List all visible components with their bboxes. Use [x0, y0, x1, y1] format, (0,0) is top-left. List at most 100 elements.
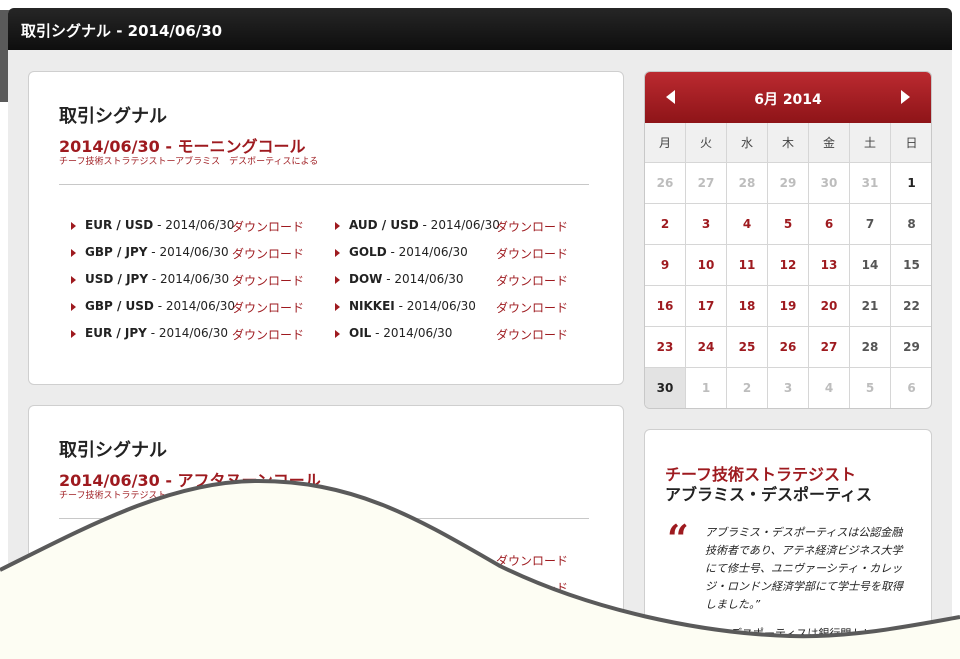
calendar-day[interactable]: 9 — [645, 245, 686, 286]
signal-pair: GBP / USD - 2014/06/30 — [85, 299, 236, 313]
calendar-day[interactable]: 17 — [686, 286, 727, 327]
download-link[interactable]: ダウンロード — [496, 245, 568, 262]
profile-body: アブラミス・デスポーティスは銀行間トレー — [665, 627, 885, 640]
calendar-day[interactable]: 2 — [727, 368, 768, 408]
divider — [59, 518, 589, 519]
card-heading: 取引シグナル — [59, 106, 167, 127]
calendar-day[interactable]: 5 — [768, 204, 809, 245]
weekday-header: 火 — [686, 123, 727, 163]
calendar-day[interactable]: 22 — [891, 286, 931, 327]
download-link[interactable]: ダウンロード — [496, 218, 568, 235]
profile-name: アブラミス・デスポーティス — [665, 485, 873, 504]
download-link[interactable]: ダウンロード — [496, 579, 568, 596]
strategist-profile: チーフ技術ストラテジスト アブラミス・デスポーティス “ アブラミス・デスポーテ… — [644, 429, 932, 659]
calendar-day[interactable]: 5 — [850, 368, 891, 408]
download-link[interactable]: ダウンロード — [496, 272, 568, 289]
calendar-day[interactable]: 3 — [686, 204, 727, 245]
download-link[interactable]: ダウンロード — [496, 326, 568, 343]
download-link[interactable]: ダウンロード — [232, 245, 304, 262]
calendar-day[interactable]: 14 — [850, 245, 891, 286]
signal-pair: GOLD - 2014/06/30 — [349, 245, 468, 259]
signal-card-morning: 取引シグナル 2014/06/30 - モーニングコール チーフ技術ストラテジス… — [28, 71, 624, 385]
signal-pair: USD / JPY - 2014/06/30 — [85, 272, 230, 286]
chevron-right-icon[interactable] — [901, 90, 910, 104]
signal-date: - 2014/06/30 — [153, 299, 236, 313]
calendar-grid: 月火水木金土日 26 27 28 29 30 31 1 2 3 4 5 6 7 8 9 10 11 12 13 14 15… — [645, 123, 931, 408]
signal-date: - 2014/06/30 — [146, 326, 228, 340]
download-link[interactable]: ダウンロード — [232, 272, 304, 289]
signal-card-afternoon: 取引シグナル 2014/06/30 - アフタヌーンコール チーフ技術ストラテジ… — [28, 405, 624, 659]
calendar-day[interactable]: 6 — [891, 368, 931, 408]
signal-pair: OIL - 2014/06/30 — [349, 326, 453, 340]
window-title: 取引シグナル - 2014/06/30 — [21, 22, 223, 40]
calendar-day[interactable]: 26 — [645, 163, 686, 204]
download-link[interactable]: ダウンロード — [496, 552, 568, 569]
signal-pair: EUR / JPY - 2014/06/30 — [85, 326, 228, 340]
bullet-arrow-icon — [71, 249, 76, 257]
calendar-day[interactable]: 29 — [891, 327, 931, 368]
bullet-arrow-icon — [335, 303, 340, 311]
calendar-day[interactable]: 15 — [891, 245, 931, 286]
calendar-day[interactable]: 18 — [727, 286, 768, 327]
bullet-arrow-icon — [71, 222, 76, 230]
weekday-header: 木 — [768, 123, 809, 163]
calendar-day[interactable]: 4 — [727, 204, 768, 245]
calendar-day[interactable]: 8 — [891, 204, 931, 245]
calendar-day[interactable]: 1 — [891, 163, 931, 204]
calendar-day[interactable]: 25 — [727, 327, 768, 368]
calendar-day[interactable]: 20 — [809, 286, 850, 327]
calendar-day[interactable]: 23 — [645, 327, 686, 368]
calendar-day[interactable]: 27 — [686, 163, 727, 204]
calendar-day[interactable]: 1 — [686, 368, 727, 408]
download-link[interactable]: ダウンロード — [232, 218, 304, 235]
calendar-day[interactable]: 27 — [809, 327, 850, 368]
signal-date: - 2014/06/30 — [153, 218, 235, 232]
calendar-month-title: 6月 2014 — [754, 92, 822, 108]
calendar-day[interactable]: 16 — [645, 286, 686, 327]
download-link[interactable]: ダウンロード — [496, 299, 568, 316]
calendar-header: 6月 2014 — [645, 72, 931, 123]
calendar-day[interactable]: 2 — [645, 204, 686, 245]
bullet-arrow-icon — [335, 222, 340, 230]
calendar-day[interactable]: 29 — [768, 163, 809, 204]
calendar-day[interactable]: 12 — [768, 245, 809, 286]
profile-quote: アブラミス・デスポーティスは公認金融技術者であり、アテネ経済ビジネス大学にて修士… — [705, 526, 903, 611]
signal-date: - 2014/06/30 — [382, 272, 464, 286]
weekday-header: 水 — [727, 123, 768, 163]
calendar-day[interactable]: 7 — [850, 204, 891, 245]
calendar-day[interactable]: 6 — [809, 204, 850, 245]
signal-date: - 2014/06/30 — [371, 326, 453, 340]
calendar-day[interactable]: 4 — [809, 368, 850, 408]
bullet-arrow-icon — [71, 330, 76, 338]
calendar-day[interactable]: 13 — [809, 245, 850, 286]
calendar-day[interactable]: 30 — [809, 163, 850, 204]
signal-date: - 2014/06/30 — [394, 299, 476, 313]
bullet-arrow-icon — [335, 330, 340, 338]
signal-pair: DOW - 2014/06/30 — [349, 272, 464, 286]
download-link[interactable]: ダウンロード — [232, 326, 304, 343]
calendar-day[interactable]: 10 — [686, 245, 727, 286]
bullet-arrow-icon — [335, 249, 340, 257]
bullet-arrow-icon — [71, 276, 76, 284]
calendar-day[interactable]: 11 — [727, 245, 768, 286]
card-byline: チーフ技術ストラテジストーアブラミス デスポーティスによる — [59, 157, 319, 167]
calendar-day[interactable]: 26 — [768, 327, 809, 368]
calendar-day[interactable]: 28 — [850, 327, 891, 368]
calendar-day[interactable]: 21 — [850, 286, 891, 327]
signal-pair: AUD / USD - 2014/06/30 — [349, 218, 500, 232]
calendar-day[interactable]: 24 — [686, 327, 727, 368]
calendar-day[interactable]: 3 — [768, 368, 809, 408]
weekday-header: 日 — [891, 123, 931, 163]
weekday-header: 土 — [850, 123, 891, 163]
calendar-day[interactable]: 31 — [850, 163, 891, 204]
signal-date: - 2014/06/30 — [147, 245, 229, 259]
weekday-header: 金 — [809, 123, 850, 163]
window-titlebar: 取引シグナル - 2014/06/30 — [8, 8, 952, 50]
bullet-arrow-icon — [71, 303, 76, 311]
calendar-day[interactable]: 28 — [727, 163, 768, 204]
download-link[interactable]: ダウンロード — [232, 299, 304, 316]
calendar-day[interactable]: 19 — [768, 286, 809, 327]
calendar-day-today[interactable]: 30 — [645, 368, 686, 408]
quote-icon: “ — [667, 516, 689, 561]
card-heading: 取引シグナル — [59, 440, 167, 461]
